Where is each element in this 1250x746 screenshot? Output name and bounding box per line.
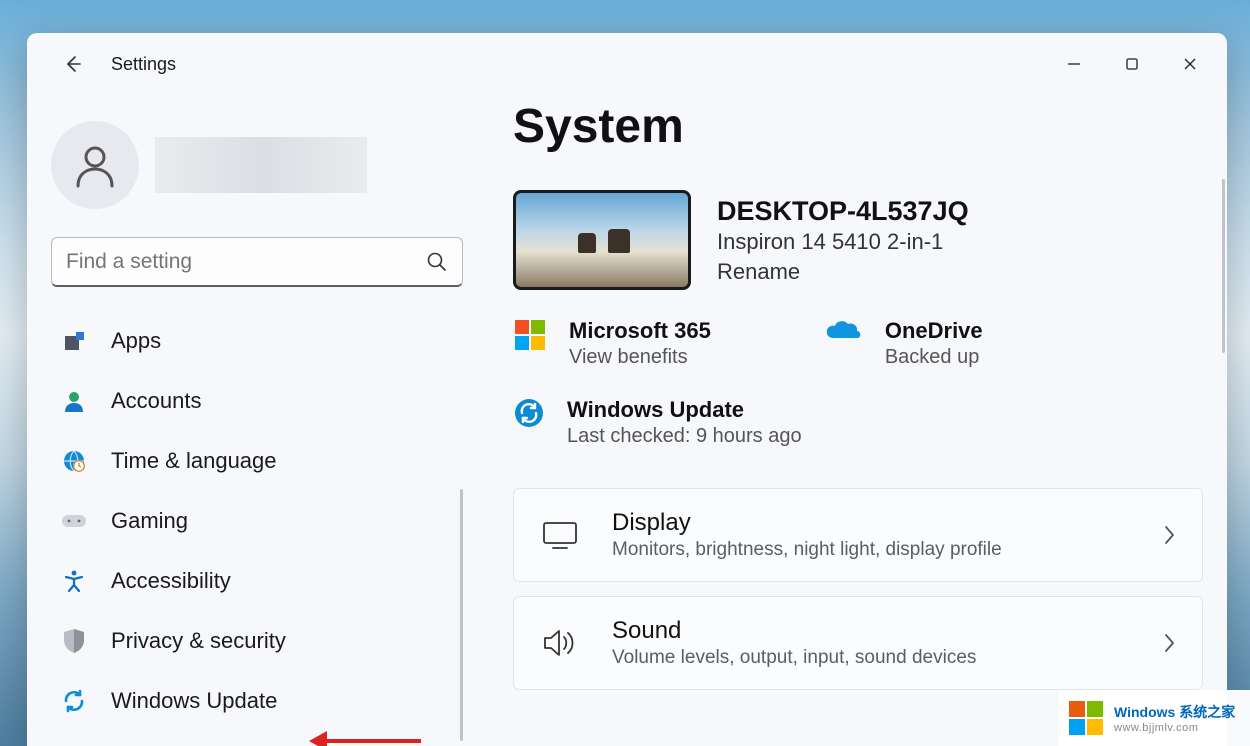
sidebar-item-windows-update[interactable]: Windows Update	[51, 679, 463, 723]
device-info: DESKTOP-4L537JQ Inspiron 14 5410 2-in-1 …	[717, 196, 969, 285]
search-box[interactable]	[51, 237, 463, 287]
profile-block[interactable]	[51, 121, 463, 209]
globe-clock-icon	[61, 448, 87, 474]
update-circle-icon	[513, 397, 545, 429]
status-onedrive[interactable]: OneDrive Backed up	[825, 318, 983, 369]
main-scrollbar[interactable]	[1222, 179, 1225, 353]
main-content: System DESKTOP-4L537JQ Inspiron 14 5410 …	[487, 95, 1227, 746]
card-display[interactable]: Display Monitors, brightness, night ligh…	[513, 488, 1203, 582]
close-icon	[1183, 57, 1197, 71]
sidebar-item-label: Time & language	[111, 448, 277, 474]
avatar	[51, 121, 139, 209]
minimize-button[interactable]	[1045, 44, 1103, 84]
status-sub: Last checked: 9 hours ago	[567, 425, 802, 448]
nav-list: Apps Accounts Time & language	[51, 319, 463, 723]
desktop-thumbnail[interactable]	[513, 190, 691, 290]
settings-window: Settings	[27, 33, 1227, 746]
sidebar-item-label: Windows Update	[111, 688, 277, 714]
card-sound[interactable]: Sound Volume levels, output, input, soun…	[513, 596, 1203, 690]
back-arrow-icon	[63, 54, 83, 74]
speaker-icon	[540, 623, 580, 663]
annotation-arrow	[309, 731, 421, 746]
shield-icon	[61, 628, 87, 654]
desktop-background: Settings	[0, 0, 1250, 746]
sidebar: Apps Accounts Time & language	[27, 95, 487, 746]
status-title: Windows Update	[567, 397, 802, 423]
watermark-text2: 系统之家	[1179, 704, 1235, 720]
chevron-right-icon	[1162, 524, 1176, 546]
page-title: System	[513, 99, 1203, 154]
minimize-icon	[1067, 57, 1081, 71]
maximize-button[interactable]	[1103, 44, 1161, 84]
sidebar-item-gaming[interactable]: Gaming	[51, 499, 463, 543]
search-icon	[426, 251, 448, 273]
status-title: OneDrive	[885, 318, 983, 344]
card-sub: Volume levels, output, input, sound devi…	[612, 647, 1130, 669]
apps-icon	[61, 328, 87, 354]
watermark-logo-icon	[1066, 698, 1106, 738]
onedrive-icon	[825, 318, 863, 344]
rename-link[interactable]: Rename	[717, 259, 969, 285]
username-placeholder	[155, 137, 367, 193]
device-name: DESKTOP-4L537JQ	[717, 196, 969, 227]
gamepad-icon	[61, 508, 87, 534]
accounts-icon	[61, 388, 87, 414]
sidebar-scrollbar[interactable]	[460, 489, 463, 741]
status-sub: Backed up	[885, 346, 983, 369]
watermark: Windows 系统之家 www.bjjmlv.com	[1058, 690, 1250, 746]
watermark-url: www.bjjmlv.com	[1114, 722, 1235, 734]
status-sub: View benefits	[569, 346, 711, 369]
back-button[interactable]	[53, 44, 93, 84]
window-title: Settings	[111, 54, 176, 75]
status-windows-update[interactable]: Windows Update Last checked: 9 hours ago	[513, 397, 1203, 448]
card-title: Sound	[612, 617, 1130, 645]
update-arrows-icon	[61, 688, 87, 714]
sidebar-item-apps[interactable]: Apps	[51, 319, 463, 363]
search-input[interactable]	[66, 250, 426, 274]
sidebar-item-accessibility[interactable]: Accessibility	[51, 559, 463, 603]
chevron-right-icon	[1162, 632, 1176, 654]
device-model: Inspiron 14 5410 2-in-1	[717, 229, 969, 255]
titlebar: Settings	[27, 33, 1227, 95]
person-icon	[71, 141, 119, 189]
sidebar-item-label: Accounts	[111, 388, 202, 414]
sidebar-item-label: Gaming	[111, 508, 188, 534]
accessibility-icon	[61, 568, 87, 594]
window-controls	[1045, 44, 1219, 84]
microsoft-logo-icon	[513, 318, 547, 352]
sidebar-item-label: Privacy & security	[111, 628, 286, 654]
close-button[interactable]	[1161, 44, 1219, 84]
sidebar-item-label: Accessibility	[111, 568, 231, 594]
sidebar-item-time-language[interactable]: Time & language	[51, 439, 463, 483]
status-title: Microsoft 365	[569, 318, 711, 344]
sidebar-item-privacy-security[interactable]: Privacy & security	[51, 619, 463, 663]
status-microsoft365[interactable]: Microsoft 365 View benefits	[513, 318, 711, 369]
maximize-icon	[1125, 57, 1139, 71]
card-sub: Monitors, brightness, night light, displ…	[612, 539, 1130, 561]
monitor-icon	[540, 515, 580, 555]
sidebar-item-accounts[interactable]: Accounts	[51, 379, 463, 423]
card-title: Display	[612, 509, 1130, 537]
sidebar-item-label: Apps	[111, 328, 161, 354]
watermark-text1: Windows	[1114, 704, 1175, 720]
device-block: DESKTOP-4L537JQ Inspiron 14 5410 2-in-1 …	[513, 190, 1203, 290]
